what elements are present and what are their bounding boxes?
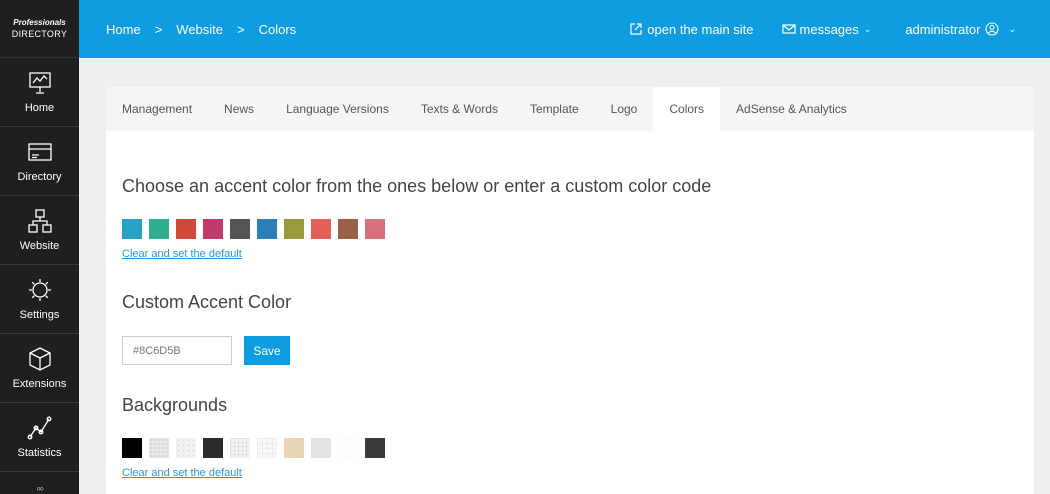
admin-menu[interactable]: administrator ⌄	[905, 22, 1016, 37]
background-swatches	[122, 438, 392, 458]
header-actions: open the main site messages ⌄ administra…	[629, 22, 1016, 37]
background-swatch[interactable]	[203, 438, 223, 458]
cube-icon	[28, 347, 51, 371]
gear-icon	[28, 279, 51, 301]
accent-swatch[interactable]	[257, 219, 277, 239]
accent-swatch[interactable]	[284, 219, 304, 239]
accent-swatch[interactable]	[149, 219, 169, 239]
accent-swatch[interactable]	[311, 219, 331, 239]
sidebar-item-directory[interactable]: Directory	[0, 127, 79, 196]
background-swatch[interactable]	[122, 438, 142, 458]
breadcrumb-home[interactable]: Home	[106, 22, 141, 37]
sidebar-item-home[interactable]: Home	[0, 58, 79, 127]
sidebar: Professionals DIRECTORY Home Directory W…	[0, 0, 79, 494]
presentation-icon	[28, 72, 51, 94]
background-swatch[interactable]	[365, 438, 385, 458]
accent-swatch[interactable]	[176, 219, 196, 239]
tab-management[interactable]: Management	[106, 87, 208, 131]
tab-news[interactable]: News	[208, 87, 270, 131]
colors-panel: Management News Language Versions Texts …	[106, 87, 1034, 494]
sidebar-item-settings[interactable]: Settings	[0, 265, 79, 334]
messages-menu[interactable]: messages ⌄	[781, 21, 872, 37]
custom-accent-title: Custom Accent Color	[122, 292, 292, 312]
brand-logo[interactable]: Professionals DIRECTORY	[0, 0, 79, 58]
background-clear-default-link[interactable]: Clear and set the default	[122, 467, 242, 479]
accent-swatch[interactable]	[365, 219, 385, 239]
sidebar-item-label: Statistics	[17, 447, 62, 459]
sidebar-item-extensions[interactable]: Extensions	[0, 334, 79, 403]
line-chart-icon	[27, 416, 51, 440]
sidebar-item-statistics[interactable]: Statistics	[0, 403, 79, 472]
accent-swatch[interactable]	[230, 219, 250, 239]
sidebar-item-website[interactable]: Website	[0, 196, 79, 265]
breadcrumb-separator: >	[237, 21, 245, 37]
accent-swatch[interactable]	[338, 219, 358, 239]
sidebar-item-label: Website	[19, 240, 60, 252]
background-swatch[interactable]	[149, 438, 169, 458]
background-swatch[interactable]	[338, 438, 358, 458]
breadcrumb-website[interactable]: Website	[176, 22, 223, 37]
messages-label: messages	[799, 21, 859, 37]
admin-label: administrator	[905, 21, 981, 37]
background-swatch[interactable]	[257, 438, 277, 458]
chevron-down-icon: ⌄	[1008, 23, 1016, 34]
background-swatch[interactable]	[311, 438, 331, 458]
accent-section-title: Choose an accent color from the ones bel…	[122, 176, 712, 196]
top-header: Home > Website > Colors open the main si…	[79, 0, 1050, 58]
envelope-icon	[781, 24, 796, 34]
chevron-down-icon: ⌄	[863, 23, 872, 34]
external-link-icon	[630, 23, 642, 35]
sidebar-item-label: Home	[24, 102, 55, 114]
sidebar-item-label: Directory	[17, 171, 62, 183]
user-circle-icon	[985, 22, 1000, 36]
breadcrumb-colors[interactable]: Colors	[259, 22, 297, 37]
brand-line1: Professionals	[13, 17, 66, 27]
sitemap-icon	[27, 209, 52, 233]
accent-clear-default-link[interactable]: Clear and set the default	[122, 248, 242, 260]
accent-swatch[interactable]	[122, 219, 142, 239]
card-icon	[27, 143, 52, 161]
tab-template[interactable]: Template	[514, 87, 595, 131]
open-main-site-link[interactable]: open the main site	[629, 21, 754, 37]
sidebar-item-label: Extensions	[12, 378, 67, 390]
background-swatch[interactable]	[176, 438, 196, 458]
tab-colors[interactable]: Colors	[653, 87, 721, 131]
save-button[interactable]: Save	[244, 336, 290, 365]
brand-line2: DIRECTORY	[11, 28, 68, 39]
sidebar-item-users[interactable]	[0, 472, 79, 494]
open-main-site-label: open the main site	[647, 21, 754, 37]
tab-language-versions[interactable]: Language Versions	[270, 87, 405, 131]
backgrounds-title: Backgrounds	[122, 395, 228, 415]
accent-swatch[interactable]	[203, 219, 223, 239]
tab-texts-words[interactable]: Texts & Words	[405, 87, 514, 131]
breadcrumb-separator: >	[154, 21, 163, 37]
settings-tabs: Management News Language Versions Texts …	[106, 87, 1034, 131]
background-swatch[interactable]	[230, 438, 250, 458]
breadcrumb: Home > Website > Colors	[106, 22, 296, 37]
users-icon	[36, 487, 43, 491]
tab-adsense-analytics[interactable]: AdSense & Analytics	[720, 87, 863, 131]
sidebar-item-label: Settings	[19, 309, 60, 321]
accent-swatches	[122, 219, 392, 239]
tab-logo[interactable]: Logo	[595, 87, 654, 131]
background-swatch[interactable]	[284, 438, 304, 458]
custom-color-input[interactable]	[122, 336, 232, 365]
